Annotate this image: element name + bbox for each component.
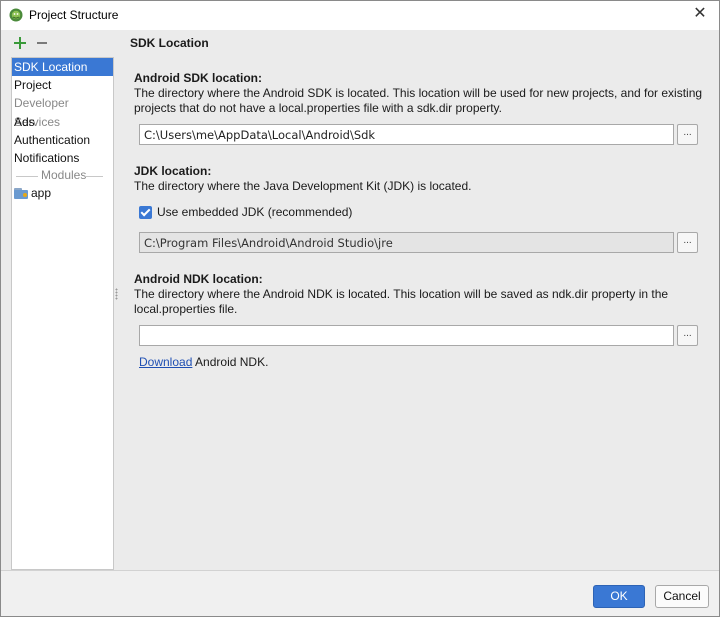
use-embedded-jdk-label[interactable]: Use embedded JDK (recommended) [157, 205, 352, 219]
ok-button[interactable]: OK [593, 585, 645, 608]
ndk-browse-button[interactable]: ... [677, 325, 698, 346]
module-label: app [31, 186, 52, 200]
window-title: Project Structure [29, 8, 119, 22]
use-embedded-jdk-row: Use embedded JDK (recommended) [139, 205, 352, 219]
modules-separator: Modules [12, 167, 113, 184]
sidebar-item-sdk-location[interactable]: SDK Location [12, 58, 113, 76]
sidebar-item-notifications[interactable]: Notifications [12, 149, 113, 167]
title-bar: Project Structure ✕ [1, 1, 719, 30]
jdk-path-row: C:\Program Files\Android\Android Studio\… [139, 232, 698, 253]
jdk-browse-button[interactable]: ... [677, 232, 698, 253]
jdk-heading: JDK location: [134, 164, 212, 178]
splitter-handle[interactable] [115, 288, 118, 300]
separator-line [16, 176, 38, 177]
sidebar-item-authentication[interactable]: Authentication [12, 131, 113, 149]
ndk-path-row: ... [139, 325, 698, 346]
android-sdk-path-input[interactable]: C:\Users\me\AppData\Local\Android\Sdk [139, 124, 674, 145]
close-icon[interactable]: ✕ [691, 5, 709, 23]
android-studio-icon [9, 8, 23, 22]
android-sdk-description: The directory where the Android SDK is l… [134, 86, 703, 115]
android-sdk-section: Android SDK location: The directory wher… [134, 71, 704, 116]
modules-heading: Modules [41, 168, 87, 182]
sidebar-item-ads[interactable]: Ads [12, 113, 113, 131]
download-ndk-row: Download Android NDK. [139, 355, 268, 369]
download-ndk-link[interactable]: Download [139, 355, 192, 369]
android-sdk-heading: Android SDK location: [134, 71, 262, 85]
dialog-footer: OK Cancel [1, 570, 719, 616]
dialog-body: SDK Location Project Developer Services … [1, 30, 719, 570]
ndk-heading: Android NDK location: [134, 272, 263, 286]
sidebar-group-developer-services: Developer Services [14, 96, 69, 129]
android-sdk-path-row: C:\Users\me\AppData\Local\Android\Sdk ..… [139, 124, 698, 145]
panel-title: SDK Location [130, 36, 209, 50]
jdk-section: JDK location: The directory where the Ja… [134, 164, 704, 194]
module-folder-icon [14, 187, 28, 199]
use-embedded-jdk-checkbox[interactable] [139, 205, 152, 219]
ndk-path-input[interactable] [139, 325, 674, 346]
sidebar-toolbar [13, 36, 49, 50]
ndk-description: The directory where the Android NDK is l… [134, 287, 669, 316]
ndk-section: Android NDK location: The directory wher… [134, 272, 704, 317]
sidebar-item-project[interactable]: Project [12, 76, 113, 94]
sidebar: SDK Location Project Developer Services … [11, 57, 114, 570]
plus-icon[interactable] [13, 36, 27, 50]
separator-line [85, 176, 103, 177]
download-ndk-suffix: Android NDK. [192, 355, 269, 369]
android-sdk-browse-button[interactable]: ... [677, 124, 698, 145]
project-structure-dialog: Project Structure ✕ SDK Location Project… [0, 0, 720, 617]
minus-icon[interactable] [35, 36, 49, 50]
cancel-button[interactable]: Cancel [655, 585, 709, 608]
sidebar-item-module-app[interactable]: app [12, 184, 113, 202]
jdk-description: The directory where the Java Development… [134, 179, 472, 193]
jdk-path-input: C:\Program Files\Android\Android Studio\… [139, 232, 674, 253]
